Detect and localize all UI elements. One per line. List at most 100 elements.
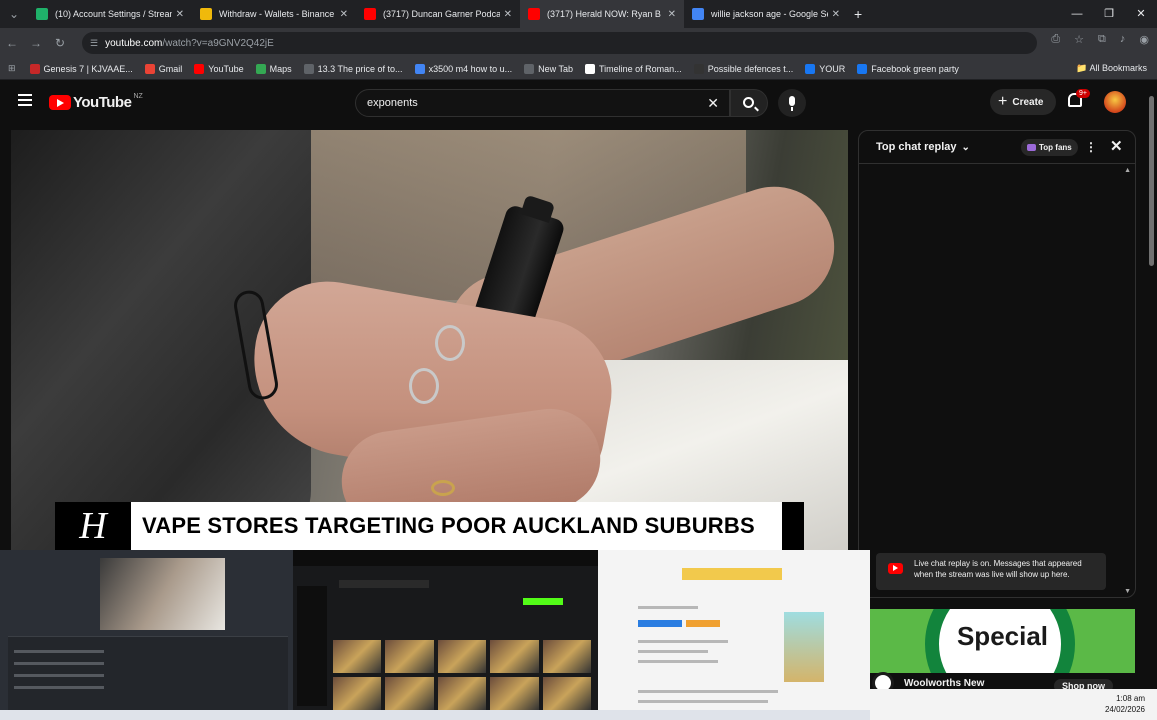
bookmark-item[interactable]: Gmail	[144, 63, 183, 74]
ad-headline: Special	[956, 621, 1049, 651]
tab-favicon-icon	[528, 8, 540, 20]
clear-search-icon[interactable]: ✕	[707, 95, 719, 112]
close-window-icon[interactable]: ✕	[1125, 0, 1157, 28]
preview-line	[638, 650, 708, 653]
region-code: NZ	[133, 93, 143, 100]
search-button[interactable]	[730, 89, 768, 117]
forward-icon[interactable]: →	[24, 36, 48, 50]
preview-image	[784, 612, 824, 682]
scroll-up-icon[interactable]: ▲	[1124, 167, 1131, 174]
scroll-down-icon[interactable]: ▼	[1124, 588, 1131, 595]
video-ring	[409, 368, 439, 404]
system-clock[interactable]: 1:08 am 24/02/2026	[870, 689, 1157, 720]
all-bookmarks-label: All Bookmarks	[1089, 63, 1147, 73]
minimize-icon[interactable]: —	[1061, 0, 1093, 28]
extensions-icon[interactable]: ⧉	[1098, 33, 1106, 46]
bookmark-item[interactable]: Facebook green party	[857, 63, 959, 74]
bookmark-favicon-icon	[29, 63, 40, 74]
bookmark-item[interactable]: YouTube	[194, 63, 244, 74]
bookmark-label: Maps	[269, 63, 292, 74]
preview-sidebar	[297, 586, 327, 706]
bookmark-star-icon[interactable]: ☆	[1074, 33, 1084, 46]
browser-tab[interactable]: (3717) Duncan Garner Podcast ✕	[356, 0, 520, 28]
bookmark-item[interactable]: Maps	[255, 63, 292, 74]
tab-search-icon[interactable]: ⌄	[0, 7, 28, 21]
avatar[interactable]	[1104, 91, 1126, 113]
preview-row	[14, 674, 104, 677]
voice-search-button[interactable]	[778, 89, 806, 117]
preview-webpage[interactable]	[598, 550, 870, 720]
preview-streamlabs[interactable]	[0, 550, 293, 720]
close-tab-icon[interactable]: ✕	[832, 9, 840, 20]
top-fans-button[interactable]: Top fans	[1021, 139, 1078, 156]
close-tab-icon[interactable]: ✕	[176, 9, 184, 20]
search-input[interactable]: exponents ✕	[355, 89, 730, 117]
close-chat-icon[interactable]: ✕	[1110, 137, 1123, 155]
bookmark-favicon-icon	[255, 63, 266, 74]
youtube-masthead: YouTube NZ exponents ✕ + Create 9+	[0, 82, 1157, 122]
browser-tab[interactable]: Withdraw - Wallets - Binance ✕	[192, 0, 356, 28]
preview-grid	[333, 640, 591, 710]
preview-row	[14, 650, 104, 653]
preview-line	[638, 606, 698, 609]
bookmark-label: Facebook green party	[871, 63, 959, 74]
news-headline: VAPE STORES TARGETING POOR AUCKLAND SUBU…	[131, 502, 782, 550]
tab-title: (3717) Herald NOW: Ryan B	[547, 9, 661, 19]
top-fans-label: Top fans	[1039, 143, 1072, 152]
close-tab-icon[interactable]: ✕	[668, 9, 676, 20]
browser-tab[interactable]: willie jackson age - Google Sea ✕	[684, 0, 848, 28]
scrollbar-thumb[interactable]	[1149, 96, 1154, 266]
bookmark-item[interactable]: Possible defences t...	[693, 63, 793, 74]
search-query: exponents	[367, 97, 418, 109]
youtube-play-icon	[49, 95, 71, 110]
mic-icon	[789, 96, 795, 106]
browser-tab[interactable]: (3717) Herald NOW: Ryan B ✕	[520, 0, 684, 28]
url-host: youtube.com	[105, 37, 163, 49]
tab-title: willie jackson age - Google Sea	[711, 9, 828, 19]
tab-title: (10) Account Settings / Streaml	[55, 9, 172, 19]
windows-taskbar	[0, 710, 870, 720]
bookmark-item[interactable]: 13.3 The price of to...	[303, 63, 403, 74]
preview-kick[interactable]	[293, 550, 598, 720]
bookmark-item[interactable]: Genesis 7 | KJVAAE...	[29, 63, 133, 74]
browser-tab[interactable]: (10) Account Settings / Streaml ✕	[28, 0, 192, 28]
youtube-logo[interactable]: YouTube NZ	[49, 93, 143, 111]
bookmark-favicon-icon	[524, 63, 535, 74]
close-tab-icon[interactable]: ✕	[340, 9, 348, 20]
preview-row	[14, 686, 104, 689]
media-icon[interactable]: ♪	[1120, 33, 1126, 46]
banner-end	[782, 502, 804, 550]
create-button[interactable]: + Create	[990, 89, 1056, 115]
site-info-icon[interactable]: ☰	[90, 38, 98, 49]
search-icon	[743, 97, 754, 108]
install-icon[interactable]: ⎙	[1051, 33, 1060, 46]
page-scrollbar[interactable]	[1147, 86, 1157, 686]
bookmark-label: Gmail	[158, 63, 183, 74]
restore-icon[interactable]: ❐	[1093, 0, 1125, 28]
apps-grid-icon[interactable]: ⊞	[8, 63, 16, 74]
url-field[interactable]: ☰ youtube.com/watch?v=a9GNV2Q42jE	[82, 32, 1037, 54]
chat-mode-selector[interactable]: Top chat replay ⌄	[876, 141, 970, 153]
profile-icon[interactable]: ◉	[1139, 33, 1149, 46]
bookmark-label: New Tab	[538, 63, 573, 74]
bookmark-item[interactable]: New Tab	[524, 63, 573, 74]
bookmark-label: Timeline of Roman...	[598, 63, 682, 74]
live-replay-text: Live chat replay is on. Messages that ap…	[914, 559, 1082, 579]
preview-topbar	[293, 550, 598, 566]
bookmark-item[interactable]: YOUR	[805, 63, 845, 74]
tab-title: (3717) Duncan Garner Podcast	[383, 9, 500, 19]
close-tab-icon[interactable]: ✕	[504, 9, 512, 20]
video-player[interactable]: H VAPE STORES TARGETING POOR AUCKLAND SU…	[11, 130, 848, 550]
preview-header	[339, 580, 429, 588]
reload-icon[interactable]: ↻	[48, 36, 72, 50]
bookmark-favicon-icon	[584, 63, 595, 74]
new-tab-button[interactable]: +	[854, 6, 862, 22]
preview-pane	[8, 636, 288, 710]
back-icon[interactable]: ←	[0, 36, 24, 50]
all-bookmarks-link[interactable]: 📁 All Bookmarks	[1076, 63, 1147, 74]
bookmark-item[interactable]: x3500 m4 how to u...	[414, 63, 512, 74]
more-options-icon[interactable]: ⋮	[1085, 140, 1097, 154]
menu-icon[interactable]	[18, 94, 32, 109]
clock-time: 1:08 am	[1116, 694, 1145, 703]
bookmark-item[interactable]: Timeline of Roman...	[584, 63, 682, 74]
